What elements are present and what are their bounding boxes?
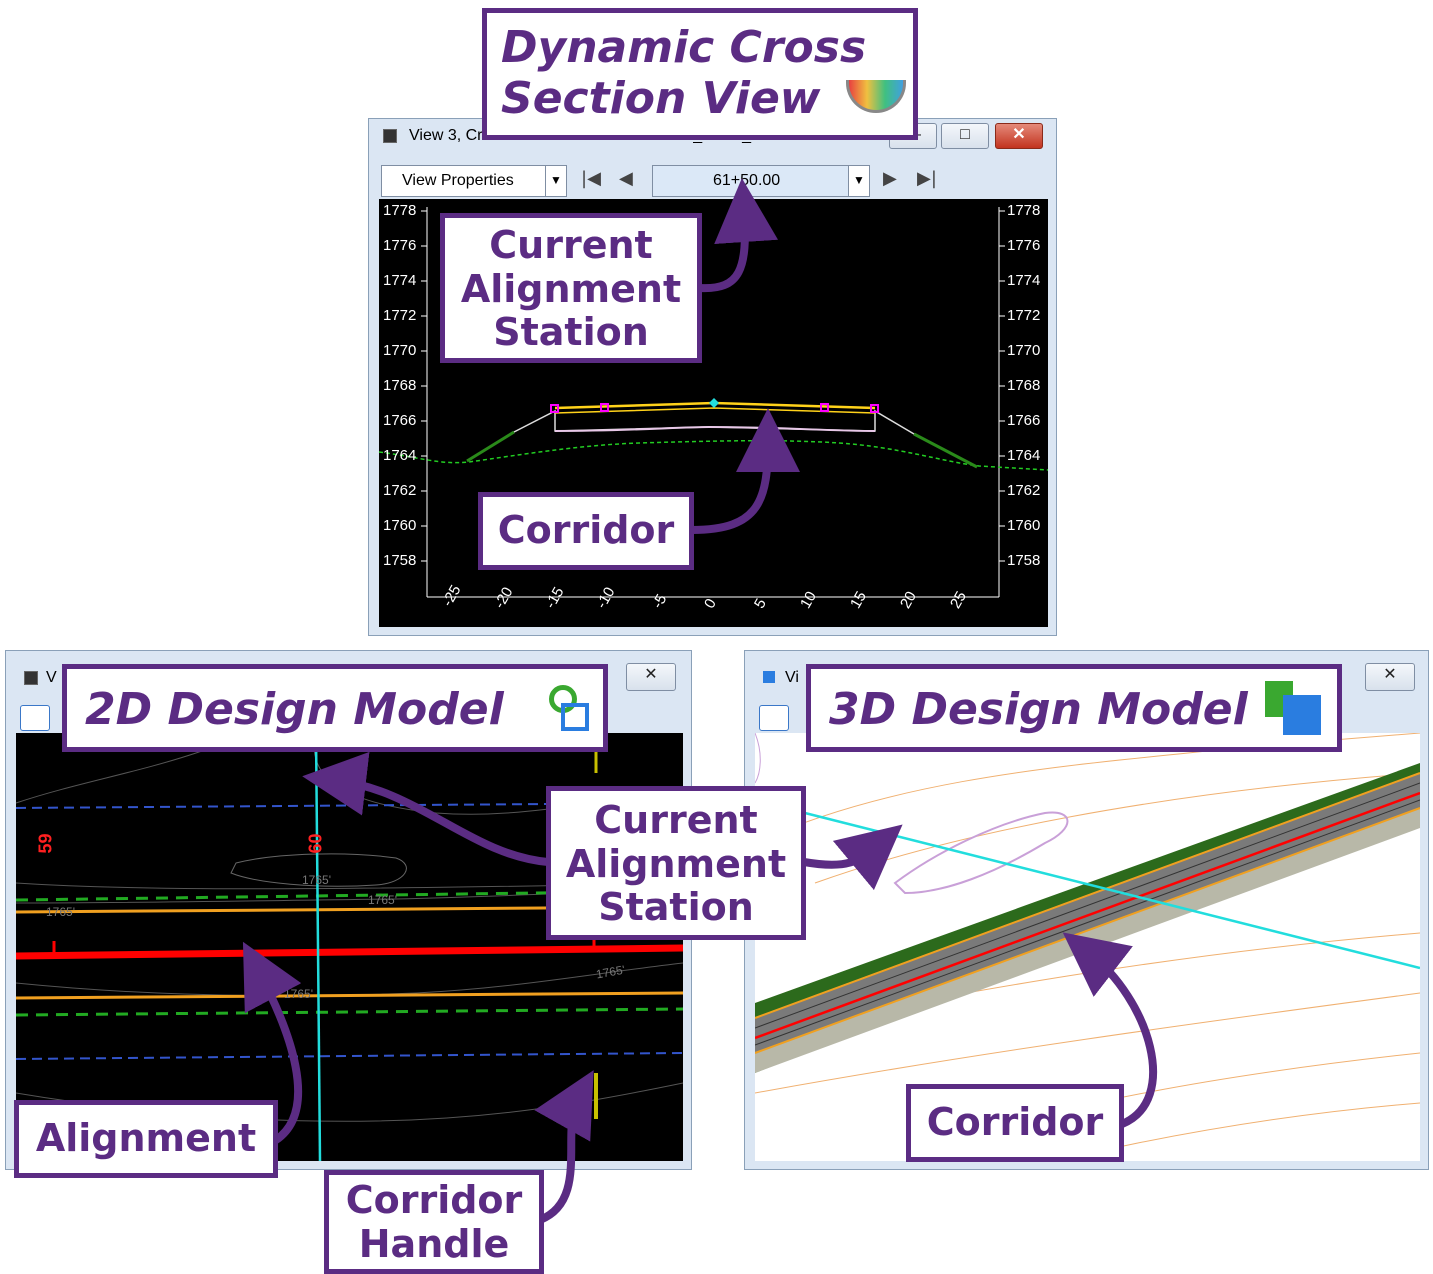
corridor-callout-3d: Corridor — [906, 1084, 1124, 1162]
callout-line: Station — [598, 885, 754, 930]
design-model-3d-icon — [1265, 681, 1325, 737]
cross-section-view-icon — [845, 79, 906, 113]
model-3d-callout: 3D Design Model — [806, 664, 1342, 752]
callout-line: Station — [493, 310, 649, 355]
model-2d-callout: 2D Design Model — [62, 664, 608, 752]
current-station-callout-top: Current Alignment Station — [440, 213, 702, 363]
callout-line: Alignment — [460, 266, 682, 311]
callout-line: Current — [489, 223, 653, 267]
corridor-callout-top: Corridor — [478, 492, 694, 570]
dynamic-cross-section-callout: Dynamic Cross Section View — [482, 8, 918, 140]
corridor-handle-callout: Corridor Handle — [324, 1170, 544, 1274]
callout-line: Handle — [358, 1221, 510, 1266]
callout-line: Section View — [501, 72, 821, 124]
arrow-to-corridor-handle — [534, 1070, 594, 1224]
callout-line: Current — [594, 798, 758, 842]
callout-line: Alignment — [565, 841, 787, 886]
current-station-callout-mid: Current Alignment Station — [546, 786, 806, 940]
callout-line: Dynamic Cross — [501, 22, 867, 73]
arrow-to-3d-station — [800, 824, 903, 891]
callout-line: Corridor — [926, 1100, 1104, 1144]
alignment-callout: Alignment — [14, 1100, 278, 1178]
callout-line: Alignment — [35, 1116, 257, 1160]
callout-arrows — [242, 178, 1158, 1224]
callout-line: 3D Design Model — [829, 684, 1248, 735]
callout-line: 2D Design Model — [85, 684, 504, 735]
callout-line: Corridor — [497, 508, 675, 552]
design-model-2d-icon — [547, 681, 591, 735]
arrow-to-station-field — [696, 178, 779, 293]
arrow-to-corridor-xs — [688, 408, 800, 534]
arrow-to-2d-station — [302, 751, 552, 866]
callout-line: Corridor — [345, 1178, 523, 1222]
